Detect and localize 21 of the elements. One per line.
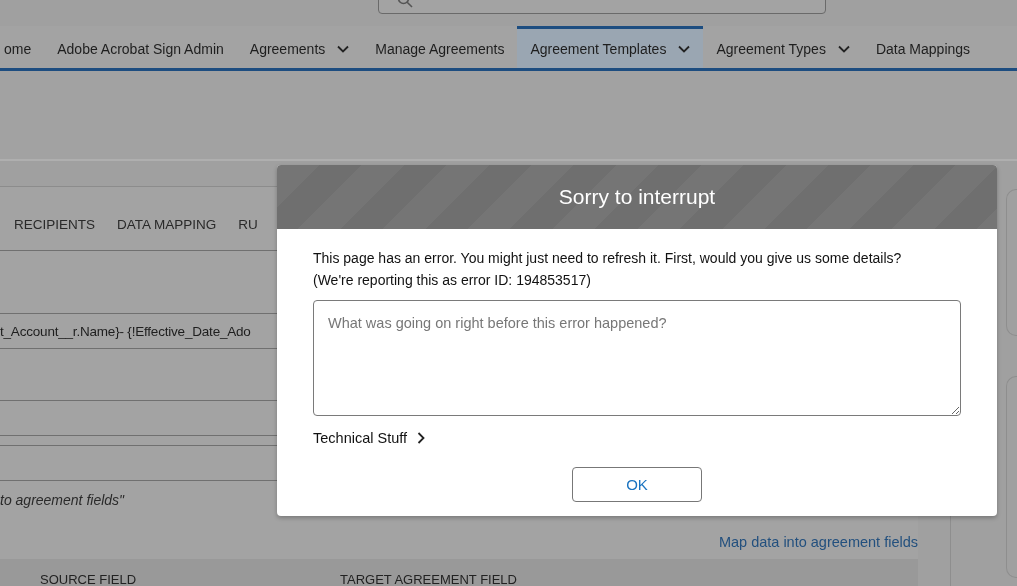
- nav-tab[interactable]: ome: [0, 26, 45, 68]
- error-message: (We're reporting this as error ID: 194853517): [313, 271, 592, 290]
- column-header: SOURCE FIELD: [39, 572, 138, 586]
- help-text: to agreement fields": [0, 492, 125, 509]
- record-tab[interactable]: RU: [238, 217, 258, 250]
- error-message: This page has an error. You might just need to refresh it. First, would you give us some details?: [313, 249, 903, 268]
- technical-stuff-toggle[interactable]: Technical Stuff: [313, 430, 428, 446]
- column-header: TARGET AGREEMENT FIELD: [339, 572, 518, 586]
- map-data-link[interactable]: Map data into agreement fields: [718, 534, 918, 551]
- field-value: t_Account__r.Name}- {!Effective_Date_Ado: [0, 323, 251, 339]
- nav-tab[interactable]: Agreement Types: [703, 26, 863, 68]
- record-tab[interactable]: DATA MAPPING: [117, 217, 217, 250]
- nav-tab[interactable]: Manage Agreements: [362, 26, 518, 68]
- nav-tab[interactable]: Agreement Templates: [517, 26, 704, 68]
- dialog-title: Sorry to interrupt: [558, 185, 716, 209]
- details-textarea[interactable]: What was going on right before this error happened?: [313, 300, 961, 416]
- nav-tab[interactable]: Agreements: [236, 26, 363, 68]
- record-tab[interactable]: RECIPIENTS: [14, 217, 95, 250]
- nav-tab[interactable]: Adobe Acrobat Sign Admin: [44, 26, 237, 68]
- ok-button[interactable]: OK: [572, 467, 702, 502]
- nav-tab[interactable]: Data Mappings: [862, 26, 984, 68]
